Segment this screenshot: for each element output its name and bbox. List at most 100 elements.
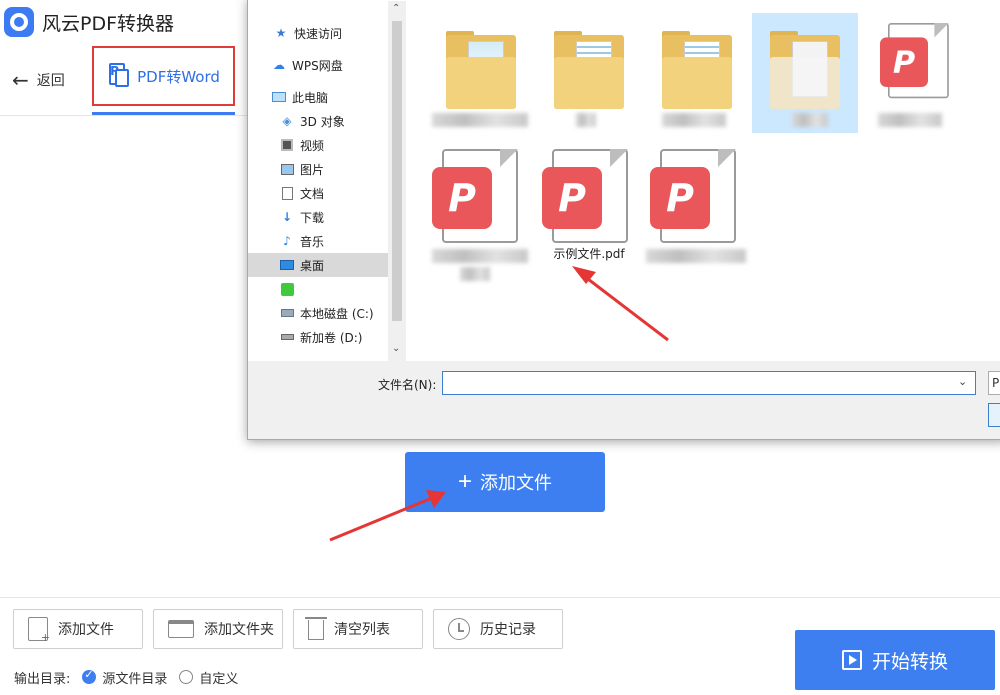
nav-item-3d-objects[interactable]: ◈ 3D 对象 [248, 109, 388, 133]
chevron-down-icon[interactable]: ⌄ [958, 375, 967, 388]
nav-item-music[interactable]: ♪ 音乐 [248, 229, 388, 253]
file-item-pdf[interactable]: P [860, 13, 966, 133]
nav-item-pictures[interactable]: 图片 [248, 157, 388, 181]
file-name: 示例文件.pdf [553, 247, 625, 261]
output-label: 输出目录: [14, 671, 71, 687]
nav-item-desktop[interactable]: 桌面 [248, 253, 388, 277]
nav-item-wps-cloud[interactable]: ☁ WPS网盘 [248, 53, 388, 77]
file-item-pdf[interactable]: P [644, 139, 750, 263]
add-file-button[interactable]: + 添加文件 [405, 452, 605, 512]
file-item-pdf-example[interactable]: P 示例文件.pdf [536, 139, 642, 261]
nav-item-label: 文档 [300, 186, 325, 201]
nav-item-app[interactable] [248, 277, 388, 301]
toolbar-add-folder-label: 添加文件夹 [204, 622, 274, 638]
file-name-blurred [662, 113, 726, 127]
toolbar-history-button[interactable]: 历史记录 [433, 609, 563, 649]
computer-icon [272, 90, 286, 104]
pdf-to-word-icon: P [107, 63, 130, 89]
picture-icon [280, 162, 294, 176]
nav-item-this-pc[interactable]: 此电脑 [248, 85, 388, 109]
file-item-folder-selected[interactable] [752, 13, 858, 133]
star-icon: ★ [275, 26, 287, 40]
pdf-file-icon: P [880, 23, 950, 100]
toolbar-add-folder-button[interactable]: 添加文件夹 [153, 609, 283, 649]
filetype-select[interactable]: PI [988, 371, 1000, 395]
toolbar-divider [0, 597, 1000, 598]
nav-item-label: 音乐 [300, 234, 325, 249]
file-name-blurred [646, 249, 746, 263]
radio-source-directory[interactable]: 源文件目录 [82, 668, 167, 687]
filename-input[interactable] [442, 371, 976, 395]
nav-item-label: 此电脑 [292, 90, 329, 105]
chevron-up-icon[interactable]: ⌃ [392, 3, 400, 14]
radio-custom-directory[interactable]: 自定义 [179, 668, 238, 687]
app-logo-icon [4, 7, 34, 37]
start-conversion-button[interactable]: 开始转换 [795, 630, 995, 690]
toolbar-add-file-label: 添加文件 [58, 622, 114, 638]
add-folder-icon [168, 620, 194, 638]
back-button[interactable]: ← 返回 [12, 70, 65, 90]
app-title-bar: 风云PDF转换器 [0, 0, 260, 44]
nav-item-videos[interactable]: 视频 [248, 133, 388, 157]
file-item-folder[interactable] [428, 13, 534, 133]
nav-item-label: 新加卷 (D:) [300, 330, 363, 345]
file-name-blurred [460, 267, 490, 281]
music-icon: ♪ [283, 234, 291, 248]
nav-item-drive-d[interactable]: 新加卷 (D:) [248, 325, 388, 349]
scrollbar-thumb[interactable] [392, 21, 402, 321]
app-icon [280, 282, 294, 296]
tab-pdf-to-word[interactable]: P PDF转Word [92, 46, 235, 106]
folder-icon [554, 31, 624, 109]
cube-icon: ◈ [282, 114, 292, 128]
nav-item-label: 图片 [300, 162, 325, 177]
nav-item-quick-access[interactable]: ★ 快速访问 [248, 21, 388, 45]
folder-icon [770, 31, 840, 109]
output-directory-row: 输出目录: 源文件目录 自定义 [14, 668, 238, 687]
toolbar-history-label: 历史记录 [480, 622, 536, 638]
toolbar-add-file-button[interactable]: 添加文件 [13, 609, 143, 649]
file-name-blurred [878, 113, 942, 127]
radio-unchecked-icon [179, 670, 194, 684]
plus-icon: + [457, 468, 472, 495]
radio-checked-icon [82, 668, 97, 684]
file-item-folder[interactable] [644, 13, 750, 133]
dialog-footer: 文件名(N): ⌄ PI [248, 361, 1000, 439]
add-file-icon [28, 617, 50, 644]
chevron-down-icon[interactable]: ⌄ [392, 343, 400, 354]
drive-icon [280, 306, 294, 320]
file-item-pdf[interactable]: P [428, 139, 534, 289]
document-icon [280, 186, 294, 200]
navigation-pane: ★ 快速访问 ☁ WPS网盘 此电脑 ◈ 3D 对象 视频 图片 文档 ↓ 下载… [248, 0, 406, 361]
clock-icon [448, 618, 470, 640]
toolbar-clear-list-label: 清空列表 [334, 622, 390, 638]
add-file-label: 添加文件 [480, 473, 552, 493]
toolbar-clear-list-button[interactable]: 清空列表 [293, 609, 423, 649]
file-item-folder[interactable] [536, 13, 642, 133]
pdf-file-icon: P [650, 149, 738, 245]
filename-label: 文件名(N): [378, 378, 437, 392]
nav-item-label: 本地磁盘 (C:) [300, 306, 374, 321]
nav-item-label: 3D 对象 [300, 114, 345, 129]
radio-custom-label: 自定义 [199, 671, 239, 687]
open-button[interactable] [988, 403, 1000, 427]
desktop-icon [280, 258, 294, 272]
pdf-file-icon: P [542, 149, 630, 245]
navigation-scrollbar[interactable]: ⌃ ⌄ [388, 1, 406, 361]
download-icon: ↓ [281, 210, 293, 224]
nav-item-documents[interactable]: 文档 [248, 181, 388, 205]
nav-item-label: 下载 [300, 210, 325, 225]
nav-item-drive-c[interactable]: 本地磁盘 (C:) [248, 301, 388, 325]
file-name-blurred [576, 113, 596, 127]
nav-row: ← 返回 P PDF转Word [0, 44, 248, 116]
play-icon [841, 650, 862, 670]
file-name-blurred [792, 113, 828, 127]
back-label: 返回 [36, 73, 65, 89]
file-name-blurred [432, 113, 528, 127]
nav-item-label: 快速访问 [294, 26, 343, 41]
pdf-file-icon: P [432, 149, 520, 245]
nav-item-label: 视频 [300, 138, 325, 153]
file-grid: P P P 示例文件.pdf P [406, 0, 1000, 361]
app-title: 风云PDF转换器 [42, 12, 175, 35]
nav-item-downloads[interactable]: ↓ 下载 [248, 205, 388, 229]
cloud-icon: ☁ [273, 58, 285, 72]
